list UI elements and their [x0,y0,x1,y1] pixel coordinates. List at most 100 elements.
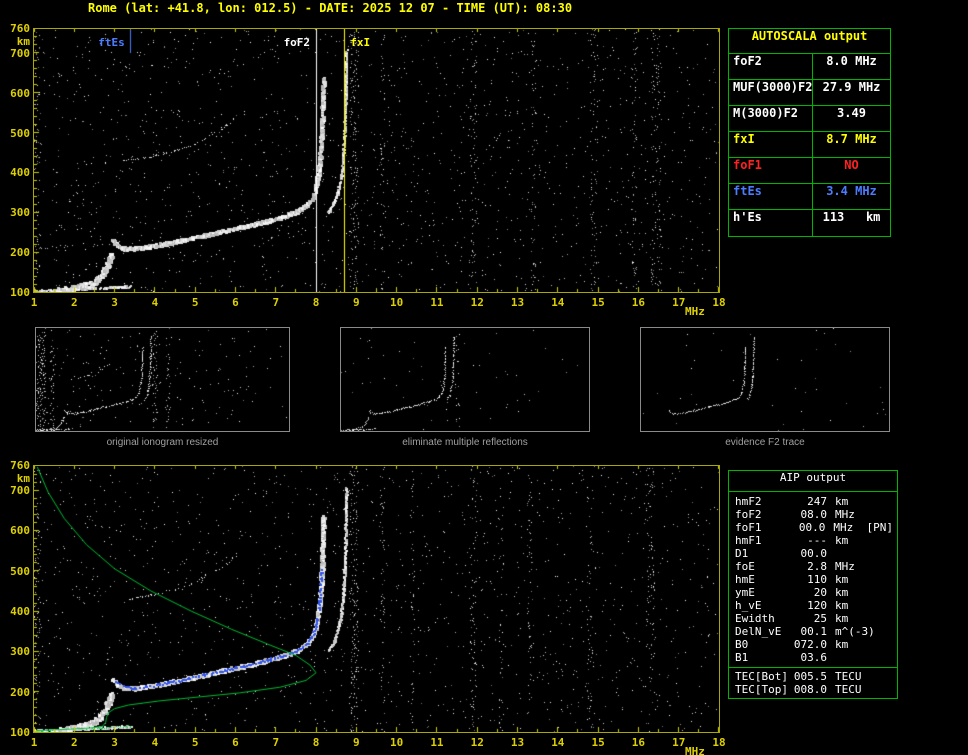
y-axis-max-label: 760 [10,459,30,472]
aip-param-label: TEC[Top] [735,683,788,696]
aip-row: TEC[Top] 008.0 TECU [735,683,893,696]
x-tick-label: 5 [191,736,199,749]
aip-param-label: D1 [735,547,749,560]
autoscala-param-label: ftEs [729,184,813,209]
aip-row: foF2 08.0 MHz [735,508,893,521]
ionogram-canvas-main [34,29,719,292]
y-tick-label: 400 [10,605,30,619]
x-tick-label: 12 [470,296,484,309]
x-tick-label: 10 [390,296,404,309]
autoscala-row: foF2 8.0 MHz [729,54,890,80]
aip-param-value: 005.5 [793,670,827,683]
aip-param-value: 247 [807,495,827,508]
autoscala-row: foF1 NO [729,158,890,184]
y-tick-label: 300 [10,645,30,659]
autoscala-row: MUF(3000)F2 27.9 MHz [729,80,890,106]
y-tick-label: 600 [10,86,30,100]
thumbnail-evidence-canvas [641,328,889,431]
aip-param-label: foE [735,560,755,573]
x-tick-label: 9 [353,296,360,309]
y-tick-label: 500 [10,126,30,140]
aip-param-unit: km [835,612,849,625]
aip-param-unit [827,651,835,664]
aip-param-unit: TECU [835,683,862,696]
aip-row: hmE 110 km [735,573,893,586]
autoscala-param-value: 8.0 MHz [826,54,877,68]
x-tick-label: 4 [151,296,159,309]
ionogram-plot-profile [33,465,720,733]
x-tick-label: 4 [151,736,159,749]
x-tick-label: 8 [312,736,320,749]
autoscala-param-value: 27.9 MHz [822,80,881,94]
aip-row: TEC[Bot] 005.5 TECU [735,670,893,683]
x-tick-label: 8 [312,296,320,309]
aip-param-label: foF2 [735,508,762,521]
aip-rows: hmF2 247 km foF2 08.0 MHz foF1 00.0 MHz [PN] hmF1… [729,492,897,667]
aip-param-unit: km [835,638,849,651]
autoscala-param-value: 3.49 [837,106,866,120]
y-tick-label: 600 [10,524,30,538]
aip-param-value: 072.0 [793,638,827,651]
aip-param-unit: m^(-3) [835,625,875,638]
aip-param-value: 25 [813,612,827,625]
aip-param-value: --- [807,534,827,547]
ionogram-canvas-profile [34,466,719,732]
x-tick-label: 14 [551,736,565,749]
aip-param-label: hmF2 [735,495,762,508]
x-tick-label: 11 [430,296,444,309]
aip-param-unit: MHz [PN] [833,521,893,534]
aip-row: D1 00.0 [735,547,893,560]
autoscala-param-value: 113 km [822,210,881,224]
aip-param-label: h_vE [735,599,762,612]
aip-row: foE 2.8 MHz [735,560,893,573]
autoscala-param-label: foF2 [729,54,813,79]
thumbnail-eliminate-reflections [340,327,590,432]
autoscala-row: h'Es 113 km [729,210,890,236]
x-tick-label: 14 [551,296,565,309]
x-tick-label: 12 [470,736,484,749]
aip-param-unit: MHz [835,508,855,521]
thumbnail-caption-eliminate: eliminate multiple reflections [402,437,528,448]
autoscala-param-value: 3.4 MHz [826,184,877,198]
aip-row: hmF2 247 km [735,495,893,508]
x-tick-label: 9 [353,736,360,749]
x-tick-label: 15 [591,296,605,309]
aip-output-panel: AIP output hmF2 247 km foF2 08.0 MHz foF1 00.0 M… [728,470,898,699]
aip-param-label: B0 [735,638,749,651]
marker-label-ftes: ftEs [98,36,125,49]
x-tick-label: 3 [111,736,118,749]
aip-param-label: hmF1 [735,534,762,547]
aip-param-value: 110 [807,573,827,586]
thumbnail-evidence-f2 [640,327,890,432]
autoscala-param-value: NO [844,158,859,172]
x-tick-label: 6 [232,296,239,309]
x-axis-unit-label: MHz [685,745,705,755]
aip-param-label: TEC[Bot] [735,670,788,683]
autoscala-panel-title: AUTOSCALA output [729,29,890,54]
aip-row: foF1 00.0 MHz [PN] [735,521,893,534]
thumbnail-eliminate-canvas [341,328,589,431]
aip-panel-title: AIP output [729,471,897,492]
autoscala-rows: foF2 8.0 MHz MUF(3000)F2 27.9 MHz M(3000)F2 3… [729,54,890,236]
aip-row: DelN_vE 00.1 m^(-3) [735,625,893,638]
aip-row: B0 072.0 km [735,638,893,651]
y-tick-label: 200 [10,685,30,699]
marker-label-fxi: fxI [350,36,371,49]
aip-param-value: 00.0 [800,547,828,560]
x-tick-label: 15 [591,736,605,749]
autoscala-param-value: 8.7 MHz [826,132,877,146]
aip-param-value: 00.0 [798,521,826,534]
aip-param-value: 120 [807,599,827,612]
x-tick-label: 2 [70,296,78,309]
aip-param-unit [827,547,835,560]
ionogram-plot-main: ftEs foF2 fxI [33,28,720,293]
x-tick-label: 1 [30,736,38,749]
x-tick-label: 13 [510,736,525,749]
x-tick-label: 10 [390,736,404,749]
aip-param-unit: km [835,495,849,508]
aip-row: h_vE 120 km [735,599,893,612]
y-tick-label: 700 [10,46,30,60]
x-tick-label: 7 [272,736,280,749]
x-tick-label: 7 [272,296,280,309]
aip-param-unit: km [835,586,849,599]
